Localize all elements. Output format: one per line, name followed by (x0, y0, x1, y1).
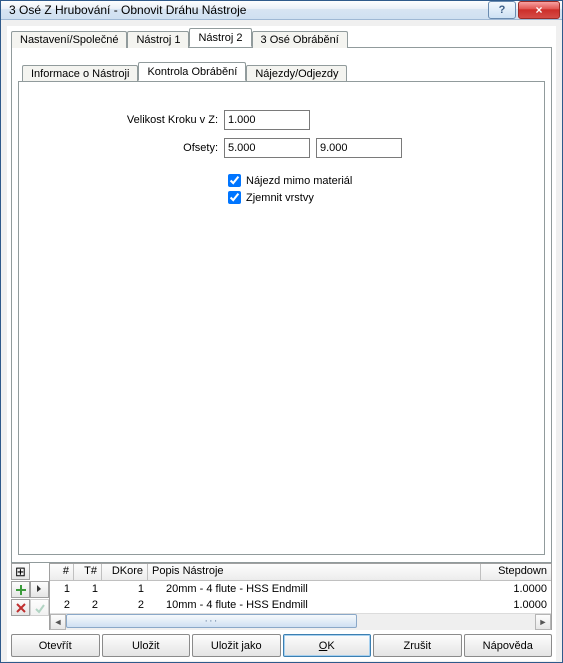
tool-list-header: # T# DKore Popis Nástroje Stepdown (50, 564, 551, 581)
btn-label: OK (319, 640, 335, 652)
tab-label: Informace o Nástroji (31, 68, 129, 80)
col-desc[interactable]: Popis Nástroje (148, 564, 481, 580)
row-approach-outside-stock: Nájezd mimo materiál (228, 174, 534, 187)
outer-tab-panel: Informace o Nástroji Kontrola Obrábění N… (11, 47, 552, 563)
client-area: Nastavení/Společné Nástroj 1 Nástroj 2 3… (7, 26, 556, 661)
open-button[interactable]: Otevřít (11, 634, 100, 657)
horizontal-scrollbar[interactable]: ◄ ··· ► (50, 613, 551, 629)
cell-num: 1 (50, 583, 74, 595)
label-offsets: Ofsety: (29, 142, 224, 154)
cell-desc: 10mm - 4 flute - HSS Endmill (148, 599, 481, 611)
row-smooth-layers: Zjemnit vrstvy (228, 191, 534, 204)
tab-settings-common[interactable]: Nastavení/Společné (11, 31, 127, 48)
inner-tab-panel: Velikost Kroku v Z: Ofsety: Nájezd mimo … (18, 81, 545, 555)
btn-label: Zrušit (404, 640, 432, 652)
col-tnum[interactable]: T# (74, 564, 102, 580)
tab-label: 3 Osé Obrábění (261, 34, 339, 46)
cell-stepdown: 1.0000 (481, 599, 551, 611)
cell-desc: 20mm - 4 flute - HSS Endmill (148, 583, 481, 595)
inner-tabstrip: Informace o Nástroji Kontrola Obrábění N… (22, 60, 545, 81)
expand-button[interactable]: ⊞ (11, 563, 30, 580)
scroll-left-icon[interactable]: ◄ (50, 614, 66, 630)
remove-tool-button[interactable] (11, 599, 30, 616)
tab-label: Kontrola Obrábění (147, 66, 237, 78)
col-dkore[interactable]: DKore (102, 564, 148, 580)
titlebar[interactable]: 3 Osé Z Hrubování - Obnovit Dráhu Nástro… (1, 1, 562, 20)
input-step-z[interactable] (224, 110, 310, 130)
window-title: 3 Osé Z Hrubování - Obnovit Dráhu Nástro… (9, 3, 486, 17)
row-offsets: Ofsety: (29, 138, 534, 158)
tool-list-buttons-left2 (30, 563, 48, 630)
tab-label: Nástroj 2 (198, 32, 242, 44)
btn-label: Nápověda (483, 640, 533, 652)
cell-dkore: 1 (102, 583, 148, 595)
tab-label: Nástroj 1 (136, 34, 180, 46)
scroll-track[interactable]: ··· (66, 614, 535, 630)
btn-label: Uložit jako (211, 640, 262, 652)
tool-list-grid[interactable]: # T# DKore Popis Nástroje Stepdown 1 1 1… (49, 563, 552, 630)
tool-list-area: ⊞ # T# (11, 563, 552, 630)
checkbox-smooth-layers[interactable] (228, 191, 241, 204)
input-offset-2[interactable] (316, 138, 402, 158)
outer-tabstrip: Nastavení/Společné Nástroj 1 Nástroj 2 3… (11, 26, 556, 47)
label-step-z: Velikost Kroku v Z: (29, 114, 224, 126)
close-button-icon[interactable]: × (518, 1, 560, 19)
btn-label: Uložit (132, 640, 160, 652)
help-button-icon[interactable]: ? (488, 1, 516, 19)
ok-button[interactable]: OK (283, 634, 372, 657)
bottom-button-bar: Otevřít Uložit Uložit jako OK Zrušit Náp… (11, 634, 552, 657)
scroll-thumb[interactable]: ··· (66, 614, 357, 628)
checkbox-approach-outside-stock[interactable] (228, 174, 241, 187)
scroll-right-icon[interactable]: ► (535, 614, 551, 630)
tab-label: Nájezdy/Odjezdy (255, 68, 338, 80)
btn-label: Otevřít (39, 640, 72, 652)
cell-tnum: 1 (74, 583, 102, 595)
tab-tool-1[interactable]: Nástroj 1 (127, 31, 189, 48)
cursor-up-button[interactable] (30, 581, 49, 598)
add-tool-button[interactable] (11, 581, 30, 598)
table-row[interactable]: 2 2 2 10mm - 4 flute - HSS Endmill 1.000… (50, 597, 551, 613)
apply-tool-button[interactable] (30, 599, 49, 616)
table-row[interactable]: 1 1 1 20mm - 4 flute - HSS Endmill 1.000… (50, 581, 551, 597)
help-button[interactable]: Nápověda (464, 634, 553, 657)
tab-tool-2[interactable]: Nástroj 2 (189, 28, 251, 47)
cell-tnum: 2 (74, 599, 102, 611)
cell-num: 2 (50, 599, 74, 611)
cancel-button[interactable]: Zrušit (373, 634, 462, 657)
tab-3axis-machining[interactable]: 3 Osé Obrábění (252, 31, 348, 48)
save-as-button[interactable]: Uložit jako (192, 634, 281, 657)
label-smooth-layers: Zjemnit vrstvy (246, 192, 314, 204)
cell-dkore: 2 (102, 599, 148, 611)
input-offset-1[interactable] (224, 138, 310, 158)
tab-machining-control[interactable]: Kontrola Obrábění (138, 62, 246, 81)
col-stepdown[interactable]: Stepdown (481, 564, 551, 580)
tab-tool-info[interactable]: Informace o Nástroji (22, 65, 138, 82)
col-num[interactable]: # (50, 564, 74, 580)
tab-leads[interactable]: Nájezdy/Odjezdy (246, 65, 347, 82)
tool-list-buttons-left: ⊞ (11, 563, 29, 630)
tab-label: Nastavení/Společné (20, 34, 118, 46)
label-approach-outside-stock: Nájezd mimo materiál (246, 175, 352, 187)
cell-stepdown: 1.0000 (481, 583, 551, 595)
row-step-z: Velikost Kroku v Z: (29, 110, 534, 130)
dialog-window: 3 Osé Z Hrubování - Obnovit Dráhu Nástro… (0, 0, 563, 663)
save-button[interactable]: Uložit (102, 634, 191, 657)
